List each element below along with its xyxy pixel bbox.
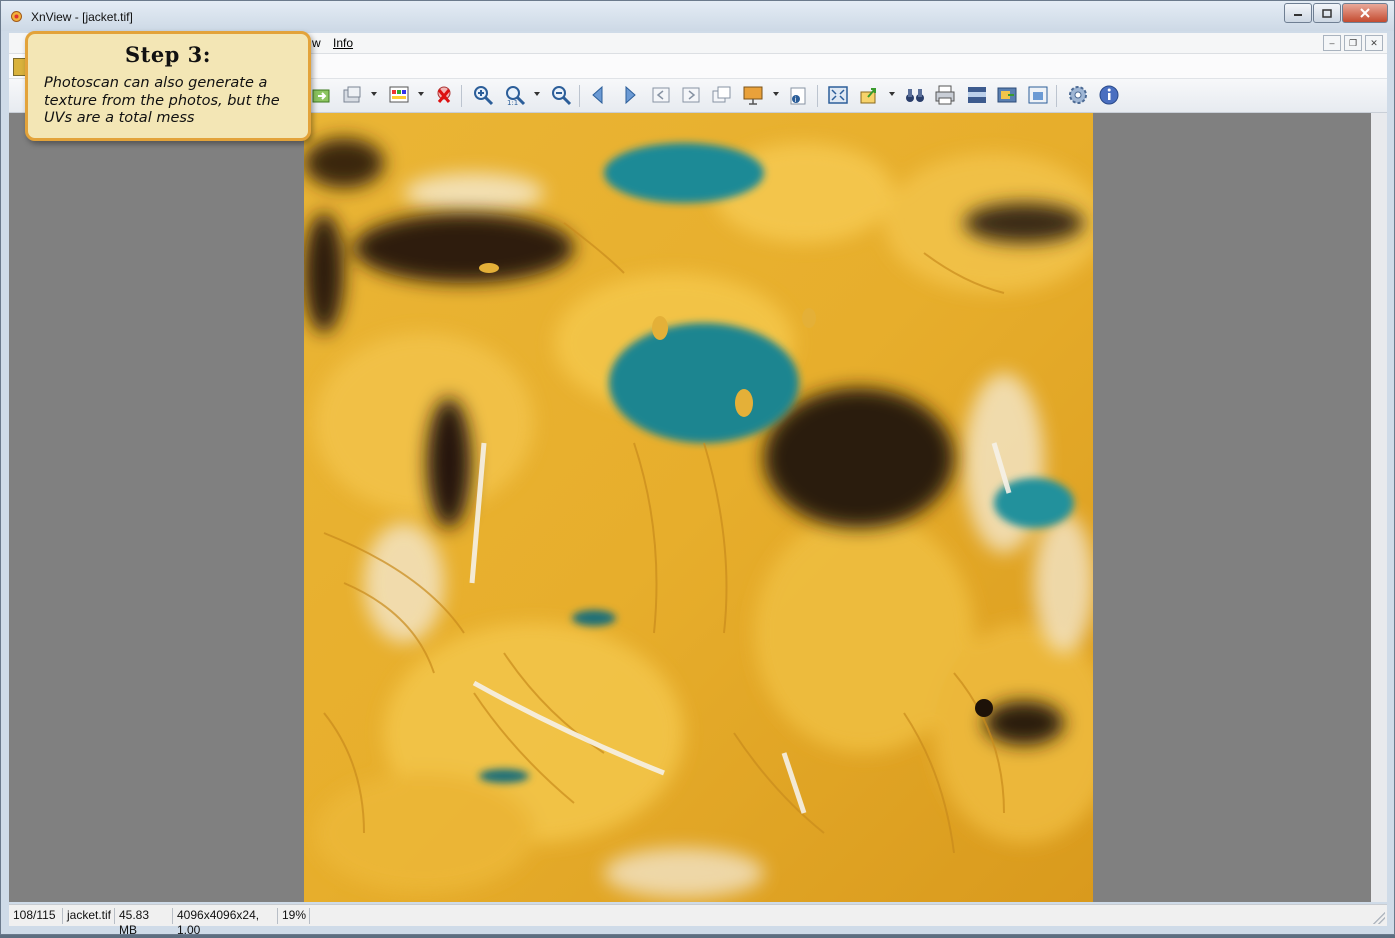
export-icon (860, 88, 876, 104)
texture-image (304, 113, 1093, 902)
callout-title: Step 3: (124, 42, 212, 67)
minimize-icon (1294, 14, 1302, 16)
zoom-dropdown-icon[interactable] (534, 92, 540, 96)
open-button[interactable] (309, 83, 333, 107)
previous-button[interactable] (587, 83, 611, 107)
slideshow-button[interactable] (741, 83, 765, 107)
svg-text:1:1: 1:1 (507, 99, 518, 106)
delete-icon (437, 86, 451, 103)
first-icon (652, 87, 670, 103)
restore-icon (1322, 8, 1332, 18)
compare-button[interactable] (903, 83, 927, 107)
export-button[interactable] (857, 83, 881, 107)
delete-button[interactable] (432, 83, 456, 107)
slideshow-icon (743, 86, 763, 105)
acquire-dropdown-icon[interactable] (371, 92, 377, 96)
tutorial-callout: Step 3: Photoscan can also generate a te… (25, 31, 311, 141)
print-icon (935, 85, 955, 105)
screenshot-icon (1028, 86, 1048, 104)
previous-icon (592, 85, 603, 105)
resize-grip[interactable] (1373, 912, 1385, 924)
xnview-app-icon (11, 11, 22, 22)
app-window: XnView - [jacket.tif] w Info – ❐ ✕ 1:1 i… (0, 0, 1395, 937)
fit-button[interactable] (826, 83, 850, 107)
status-index: 108/115 (9, 908, 63, 924)
mdi-close-button[interactable]: ✕ (1365, 35, 1383, 51)
menu-info[interactable]: Info (333, 36, 353, 50)
status-filename: jacket.tif (63, 908, 115, 924)
close-icon (1360, 8, 1370, 18)
window-title: XnView - [jacket.tif] (31, 10, 133, 24)
status-dimensions: 4096x4096x24, 1.00 (173, 908, 278, 937)
fit-icon (828, 86, 848, 104)
zoom-out-button[interactable] (549, 83, 573, 107)
last-icon (682, 87, 700, 103)
print-button[interactable] (933, 83, 957, 107)
last-button[interactable] (679, 83, 703, 107)
zoom-icon: 1:1 (506, 86, 526, 106)
open-icon (312, 89, 330, 103)
screenshot-button[interactable] (1026, 83, 1050, 107)
zoom-in-button[interactable] (471, 83, 495, 107)
about-button[interactable] (1097, 83, 1121, 107)
zoom-out-icon (552, 86, 572, 106)
properties-button[interactable]: i (786, 83, 810, 107)
adjust-dropdown-icon[interactable] (418, 92, 424, 96)
close-button[interactable] (1342, 3, 1388, 23)
properties-icon: i (790, 87, 806, 105)
next-icon (625, 85, 636, 105)
acquire-button[interactable] (341, 83, 365, 107)
zoom-in-icon (474, 86, 494, 106)
maximize-button[interactable] (1313, 3, 1341, 23)
settings-button[interactable] (1066, 83, 1090, 107)
menu-view[interactable]: w (312, 36, 321, 50)
slideshow-dropdown-icon[interactable] (773, 92, 779, 96)
svg-text:i: i (795, 96, 797, 104)
export-dropdown-icon[interactable] (889, 92, 895, 96)
next-button[interactable] (617, 83, 641, 107)
settings-icon (1069, 86, 1087, 104)
capture-button[interactable] (995, 83, 1019, 107)
status-filesize: 45.83 MB (115, 908, 173, 937)
mdi-restore-button[interactable]: ❐ (1344, 35, 1362, 51)
minimize-button[interactable] (1284, 3, 1312, 23)
filmstrip-button[interactable] (965, 83, 989, 107)
capture-icon (997, 87, 1017, 103)
pages-button[interactable] (709, 83, 733, 107)
acquire-icon (343, 86, 361, 103)
first-button[interactable] (649, 83, 673, 107)
filmstrip-icon (968, 87, 986, 103)
compare-icon (906, 89, 924, 102)
status-bar: 108/115 jacket.tif 45.83 MB 4096x4096x24… (9, 904, 1387, 937)
zoom-button[interactable]: 1:1 (503, 83, 527, 107)
callout-body: Photoscan can also generate a texture fr… (44, 75, 280, 126)
vertical-scrollbar[interactable] (1371, 113, 1387, 902)
status-zoom: 19% (278, 908, 310, 924)
jacket-texture-image (304, 113, 1093, 902)
mdi-minimize-button[interactable]: – (1323, 35, 1341, 51)
adjust-button[interactable] (387, 83, 411, 107)
title-bar: XnView - [jacket.tif] (1, 1, 1394, 31)
about-icon (1099, 85, 1119, 105)
adjust-icon (389, 86, 409, 103)
pages-icon (712, 86, 731, 103)
